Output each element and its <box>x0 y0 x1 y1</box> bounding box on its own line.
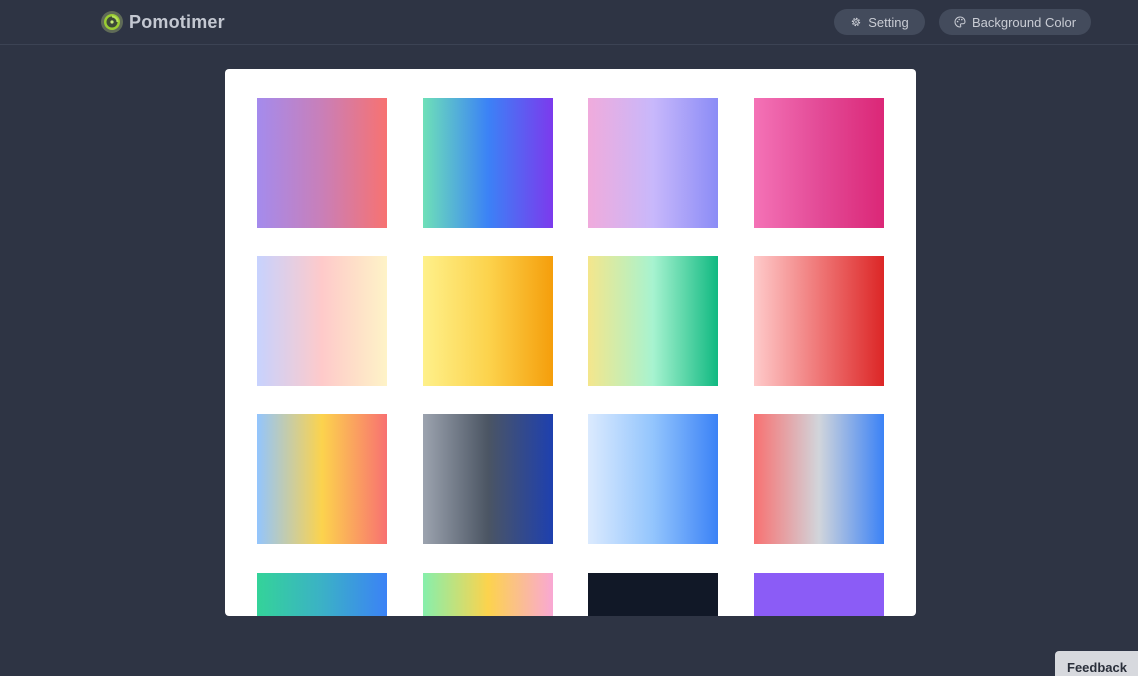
background-color-button-label: Background Color <box>971 14 1077 30</box>
background-color-picker-modal <box>225 69 916 616</box>
swatch-gray-navy[interactable] <box>423 414 553 544</box>
swatch-teal-blue[interactable] <box>257 573 387 616</box>
swatch-dark-navy[interactable] <box>588 573 718 616</box>
setting-button[interactable]: Setting <box>834 9 925 35</box>
brand-name: Pomotimer <box>129 11 225 32</box>
swatch-green-yellow-pink[interactable] <box>423 573 553 616</box>
setting-button-label: Setting <box>868 14 909 30</box>
gear-icon <box>852 17 861 27</box>
swatch-teal-blue-violet[interactable] <box>423 98 553 228</box>
background-color-button[interactable]: Background Color <box>939 9 1091 35</box>
swatch-lavender-peach-cream[interactable] <box>257 256 387 386</box>
swatch-violet[interactable] <box>754 573 884 616</box>
brand-link[interactable]: Pomotimer <box>100 9 225 35</box>
swatch-yellow-mint-green[interactable] <box>588 256 718 386</box>
swatch-blue-yellow-coral[interactable] <box>257 414 387 544</box>
swatch-pink-red[interactable] <box>754 256 884 386</box>
swatch-pink-lavender-periwinkle[interactable] <box>588 98 718 228</box>
swatch-coral-gray-blue[interactable] <box>754 414 884 544</box>
swatch-purple-coral[interactable] <box>257 98 387 228</box>
top-header: Pomotimer Setting Background Color <box>0 0 1138 45</box>
swatch-pink-magenta[interactable] <box>754 98 884 228</box>
feedback-tab[interactable]: Feedback <box>1055 651 1138 676</box>
swatch-lightblue-blue[interactable] <box>588 414 718 544</box>
pomotimer-logo-icon <box>101 11 123 33</box>
swatch-cream-yellow-orange[interactable] <box>423 256 553 386</box>
palette-icon <box>954 16 966 28</box>
